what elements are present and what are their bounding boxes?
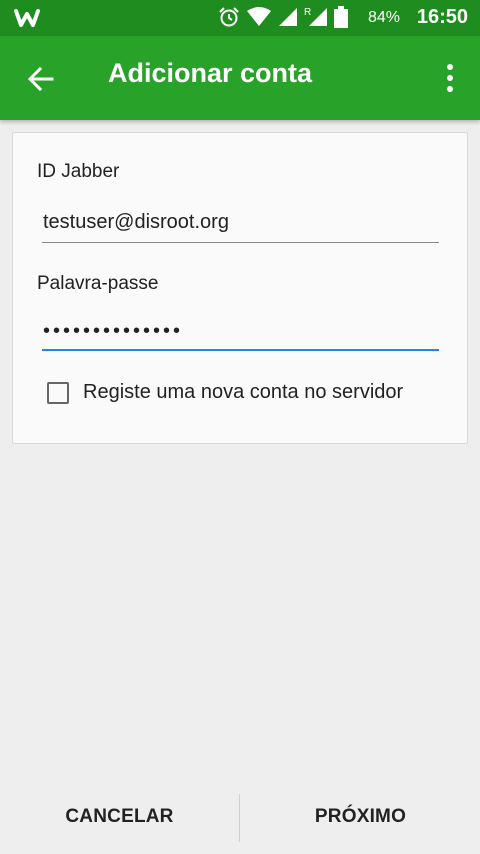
account-form-card: ID Jabber Palavra-passe •••••••••••••• R… (12, 132, 468, 444)
cancel-button[interactable]: CANCELAR (0, 780, 239, 854)
register-account-checkbox-row[interactable]: Registe uma nova conta no servidor (47, 381, 403, 404)
svg-text:R: R (304, 7, 311, 18)
jabber-id-input[interactable] (43, 202, 439, 242)
password-label: Palavra-passe (37, 273, 159, 294)
password-underline (42, 349, 439, 351)
alarm-icon (219, 7, 239, 27)
roaming-signal-icon: R (304, 7, 327, 26)
jabber-id-label: ID Jabber (37, 161, 120, 182)
more-vert-icon[interactable] (438, 62, 462, 94)
signal-icon (279, 8, 297, 26)
status-bar: R 84% 16:50 (0, 0, 480, 36)
arrow-back-icon[interactable] (26, 64, 56, 94)
button-divider (239, 794, 240, 842)
page-title: Adicionar conta (108, 58, 313, 88)
app-bar: Adicionar conta (0, 36, 480, 120)
next-button[interactable]: PRÓXIMO (241, 780, 480, 854)
bottom-action-bar: CANCELAR PRÓXIMO (0, 780, 480, 854)
wifi-icon (247, 7, 271, 26)
password-input[interactable]: •••••••••••••• (43, 311, 439, 351)
jabber-id-underline (42, 242, 439, 243)
battery-percent: 84% (367, 9, 400, 26)
battery-icon (334, 6, 348, 28)
register-account-checkbox[interactable] (47, 381, 69, 404)
w-logo-icon (14, 9, 40, 27)
clock: 16:50 (416, 6, 468, 28)
register-account-label: Registe uma nova conta no servidor (83, 381, 404, 403)
